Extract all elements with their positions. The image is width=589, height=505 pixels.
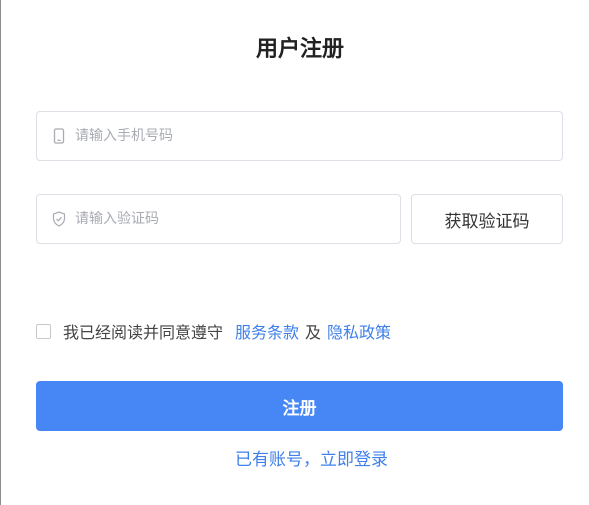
terms-link[interactable]: 服务条款 [235,319,299,343]
mobile-phone-icon [51,128,67,144]
shield-icon [51,211,67,227]
phone-field[interactable] [36,111,563,161]
and-text: 及 [305,323,322,342]
privacy-link[interactable]: 隐私政策 [327,319,391,343]
login-link[interactable]: 已有账号，立即登录 [36,448,587,472]
get-code-button[interactable]: 获取验证码 [411,194,563,244]
left-border [0,0,1,505]
phone-input[interactable] [75,112,562,160]
register-button[interactable]: 注册 [36,381,563,431]
verification-code-input[interactable] [75,195,400,243]
agreement-text: 我已经阅读并同意遵守 [63,323,224,342]
verification-code-field[interactable] [36,194,401,244]
agreement-row: 我已经阅读并同意遵守 服务条款 及 隐私政策 [36,318,391,344]
page-title: 用户注册 [255,37,344,62]
agree-checkbox[interactable] [36,323,51,339]
